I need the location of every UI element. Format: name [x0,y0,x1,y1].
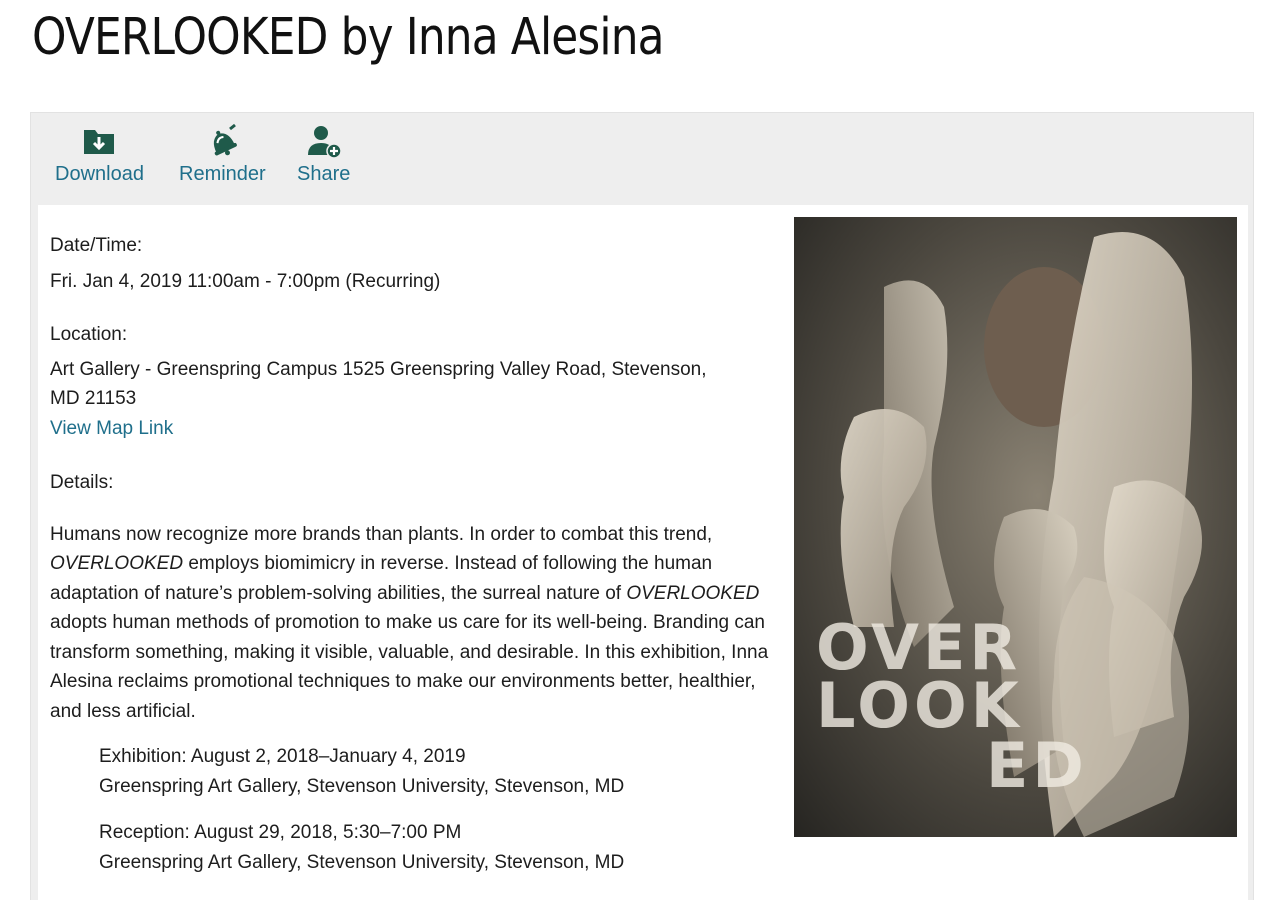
details-text-1: Humans now recognize more brands than pl… [50,523,713,545]
event-info: Date/Time: Fri. Jan 4, 2019 11:00am - 7:… [50,231,790,877]
exhibition-label: Exhibition: [99,746,187,767]
bell-icon [214,123,238,156]
event-toolbar: Download Reminder Share [31,113,1253,203]
exhibition-dates: August 2, 2018–January 4, 2019 [186,746,466,767]
exhibition-poster: OVER LOOK ED [794,217,1237,837]
download-button[interactable]: Download [55,123,144,186]
download-label: Download [55,163,144,185]
details-label: Details: [50,472,114,493]
exhibition-venue: Greenspring Art Gallery, Stevenson Unive… [99,775,625,797]
share-button[interactable]: Share [297,123,350,186]
reception-dates: August 29, 2018, 5:30–7:00 PM [189,822,462,843]
reception-label: Reception: [99,822,190,843]
details-description: Humans now recognize more brands than pl… [50,520,790,727]
location-label: Location: [50,324,128,345]
download-folder-icon [84,130,115,154]
details-title-emphasis-2: OVERLOOKED [626,582,760,604]
reminder-button[interactable]: Reminder [179,123,266,186]
location-value: Art Gallery - Greenspring Campus 1525 Gr… [50,355,790,414]
reception-block: Reception: August 29, 2018, 5:30–7:00 PM… [99,818,790,877]
poster-title-line3: ED [986,729,1088,802]
details-text-3: adopts human methods of promotion to mak… [50,612,769,722]
location-line1: Art Gallery - Greenspring Campus 1525 Gr… [50,358,707,380]
user-add-icon [307,126,342,159]
exhibition-block: Exhibition: August 2, 2018–January 4, 20… [99,742,790,801]
poster-artwork: OVER LOOK ED [794,217,1237,837]
page-title: OVERLOOKED by Inna Alesina [32,8,665,67]
datetime-label: Date/Time: [50,235,143,256]
share-label: Share [297,163,351,185]
details-title-emphasis-1: OVERLOOKED [50,553,184,574]
reception-venue: Greenspring Art Gallery, Stevenson Unive… [99,851,625,873]
datetime-value: Fri. Jan 4, 2019 11:00am - 7:00pm (Recur… [50,270,441,292]
event-content: Date/Time: Fri. Jan 4, 2019 11:00am - 7:… [38,205,1248,900]
event-panel: Download Reminder Share Date/Time: Fri. … [30,112,1254,900]
view-map-link[interactable]: View Map Link [50,418,173,439]
location-line2: MD 21153 [50,388,137,409]
reminder-label: Reminder [179,163,266,185]
